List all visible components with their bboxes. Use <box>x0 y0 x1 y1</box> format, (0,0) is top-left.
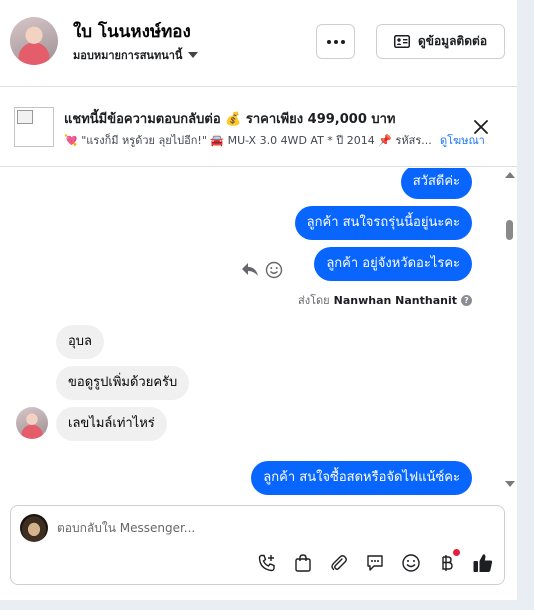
outgoing-message[interactable]: สวัสดีค่ะ <box>400 168 472 199</box>
sent-by-prefix: ส่งโดย <box>298 294 330 307</box>
reply-input[interactable] <box>57 518 477 538</box>
scroll-down-arrow[interactable] <box>505 481 515 487</box>
conversation-header: ใบ โนนหงษ์ทอง มอบหมายการสนทนานี้ ดูข้อมู… <box>0 0 517 87</box>
react-emoji-icon[interactable] <box>265 261 283 279</box>
ad-context-banner: แชทนี้มีข้อความตอบกลับต่อ 💰 ราคาเพียง 49… <box>0 88 517 167</box>
shopping-bag-icon[interactable] <box>292 552 314 574</box>
assign-label: มอบหมายการสนทนานี้ <box>73 49 183 62</box>
message-composer <box>10 505 505 585</box>
sent-by-name: Nanwhan Nanthanit <box>333 293 457 307</box>
contact-avatar[interactable] <box>10 17 58 65</box>
help-icon[interactable]: ? <box>461 294 472 306</box>
scrollbar-thumb[interactable] <box>506 220 513 240</box>
contact-name[interactable]: ใบ โนนหงษ์ทอง <box>73 18 191 45</box>
more-dots-icon <box>340 39 345 44</box>
conversation-panel: ใบ โนนหงษ์ทอง มอบหมายการสนทนานี้ ดูข้อมู… <box>0 0 517 600</box>
scroll-up-arrow[interactable] <box>505 172 515 178</box>
page-bottom-gutter <box>0 600 534 610</box>
notification-dot <box>453 549 460 556</box>
incoming-message[interactable]: อุบล <box>56 325 105 359</box>
outgoing-message[interactable]: ลูกค้า สนใจซื้อสดหรือจัดไฟแน้ซ์คะ <box>251 461 472 495</box>
close-icon[interactable] <box>472 118 490 136</box>
incoming-message[interactable]: เลขไมล์เท่าไหร่ <box>56 407 167 441</box>
more-dots-icon <box>333 39 338 44</box>
ad-thumbnail[interactable] <box>14 107 54 147</box>
composer-toolbar <box>256 549 494 574</box>
attachment-icon[interactable] <box>328 552 350 574</box>
outgoing-message[interactable]: ลูกค้า สนใจรถรุ่นนี้อยู่นะคะ <box>294 206 472 240</box>
outgoing-message[interactable]: ลูกค้า อยู่จังหวัดอะไรคะ <box>314 247 472 281</box>
view-contact-info-button[interactable]: ดูข้อมูลติดต่อ <box>376 24 505 59</box>
like-icon[interactable] <box>472 552 494 574</box>
page-side-gutter <box>517 0 534 610</box>
ad-title: แชทนี้มีข้อความตอบกลับต่อ 💰 ราคาเพียง 49… <box>64 112 396 127</box>
incoming-message[interactable]: ขอดูรูปเพิ่มด้วยครับ <box>56 366 190 400</box>
assign-conversation-dropdown[interactable]: มอบหมายการสนทนานี้ <box>73 46 199 64</box>
ad-subtitle: 💘 "แรงก็มี หรูด้วย ลุยไปอีก!" 🚘 MU-X 3.0… <box>64 134 432 147</box>
saved-reply-icon[interactable] <box>364 552 386 574</box>
baht-icon[interactable] <box>436 549 460 574</box>
chevron-down-icon <box>188 52 199 58</box>
emoji-icon[interactable] <box>400 552 422 574</box>
reply-icon[interactable] <box>241 261 259 277</box>
contact-card-icon <box>393 35 410 48</box>
more-options-button[interactable] <box>316 24 355 59</box>
page-avatar <box>20 514 48 542</box>
view-contact-info-label: ดูข้อมูลติดต่อ <box>417 34 488 48</box>
message-thread: สวัสดีค่ะ ลูกค้า สนใจรถรุ่นนี้อยู่นะคะ ล… <box>0 168 517 500</box>
sender-avatar[interactable] <box>16 407 48 439</box>
more-dots-icon <box>326 39 331 44</box>
call-add-icon[interactable] <box>256 552 278 574</box>
sent-by-caption: ส่งโดย Nanwhan Nanthanit ? <box>298 291 472 309</box>
